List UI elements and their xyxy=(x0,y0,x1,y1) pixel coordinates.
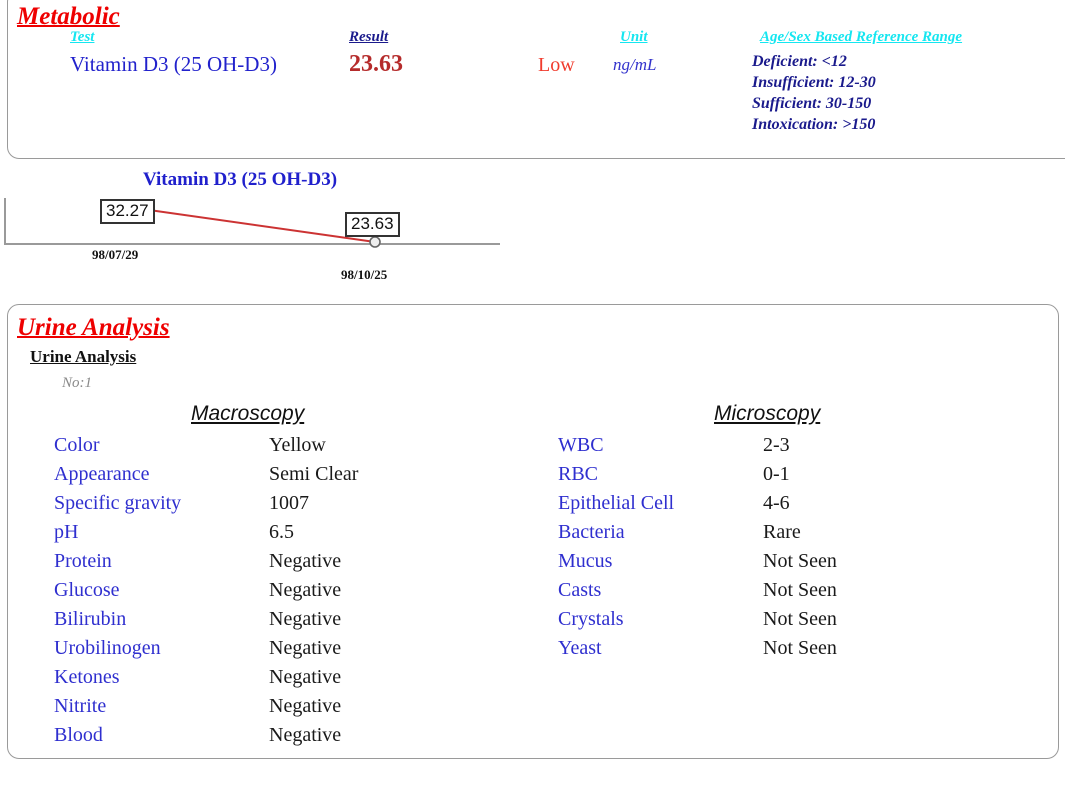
table-row: Urobilinogen Negative xyxy=(54,634,358,663)
result-label: Protein xyxy=(54,550,112,572)
metabolic-panel: Metabolic Test Result Unit Age/Sex Based… xyxy=(7,0,1065,159)
table-row: Nitrite Negative xyxy=(54,692,358,721)
result-value: Rare xyxy=(763,521,801,543)
chart-x-tick-label: 98/10/25 xyxy=(341,267,388,282)
result-label: Yeast xyxy=(558,637,602,659)
table-row: Casts Not Seen xyxy=(558,576,837,605)
table-row: pH 6.5 xyxy=(54,518,358,547)
result-value: Negative xyxy=(269,608,342,630)
column-header-result: Result xyxy=(349,29,389,45)
result-value: 4-6 xyxy=(763,492,790,514)
table-row: Mucus Not Seen xyxy=(558,547,837,576)
result-value: Not Seen xyxy=(763,608,837,630)
table-row: Protein Negative xyxy=(54,547,358,576)
test-result-value: 23.63 xyxy=(349,51,403,77)
result-label: Bilirubin xyxy=(54,608,127,630)
table-row: Bacteria Rare xyxy=(558,518,837,547)
reference-range-line: Intoxication: >150 xyxy=(752,116,876,133)
result-value: Negative xyxy=(269,637,342,659)
result-value: Not Seen xyxy=(763,579,837,601)
urine-subtitle: Urine Analysis xyxy=(30,347,137,366)
table-row: Yeast Not Seen xyxy=(558,634,837,663)
result-value: Not Seen xyxy=(763,550,837,572)
result-value: Negative xyxy=(269,724,342,746)
table-row: Glucose Negative xyxy=(54,576,358,605)
result-label: pH xyxy=(54,521,79,543)
table-row: Epithelial Cell 4-6 xyxy=(558,489,837,518)
table-row: Appearance Semi Clear xyxy=(54,460,358,489)
result-label: Specific gravity xyxy=(54,492,182,514)
result-value: 6.5 xyxy=(269,521,294,543)
result-value: Negative xyxy=(269,666,342,688)
result-label: Crystals xyxy=(558,608,624,630)
table-row: Bilirubin Negative xyxy=(54,605,358,634)
urine-section-title: Urine Analysis xyxy=(17,314,170,341)
result-label: Bacteria xyxy=(558,521,625,543)
result-value: Semi Clear xyxy=(269,463,359,485)
result-value: 0-1 xyxy=(763,463,790,485)
urine-sample-number: No:1 xyxy=(62,375,92,391)
table-row: Blood Negative xyxy=(54,721,358,750)
chart-plot-area xyxy=(4,198,500,248)
result-label: Mucus xyxy=(558,550,613,572)
result-label: Urobilinogen xyxy=(54,637,161,659)
chart-x-tick-label: 98/07/29 xyxy=(92,247,139,262)
result-label: WBC xyxy=(558,434,604,456)
result-label: Glucose xyxy=(54,579,120,601)
urine-analysis-panel: Urine Analysis Urine Analysis No:1 Macro… xyxy=(7,304,1059,759)
test-name-value: Vitamin D3 (25 OH-D3) xyxy=(70,52,277,76)
reference-range-line: Deficient: <12 xyxy=(752,53,847,70)
result-value: 2-3 xyxy=(763,434,790,456)
result-value: Negative xyxy=(269,695,342,717)
macroscopy-table: Color Yellow Appearance Semi Clear Specific … xyxy=(54,431,358,750)
metabolic-section-title: Metabolic xyxy=(17,3,120,30)
result-label: Color xyxy=(54,434,100,456)
chart-data-point[interactable] xyxy=(369,236,381,248)
result-label: Blood xyxy=(54,724,103,746)
table-row: Color Yellow xyxy=(54,431,358,460)
result-value: Negative xyxy=(269,579,342,601)
result-label: Appearance xyxy=(54,463,150,485)
chart-data-line xyxy=(127,206,376,243)
result-flag-badge: Low xyxy=(538,54,575,76)
result-value: Not Seen xyxy=(763,637,837,659)
test-unit-value: ng/mL xyxy=(613,55,657,74)
microscopy-heading: Microscopy xyxy=(714,402,821,425)
result-value: 1007 xyxy=(269,492,309,514)
result-label: Epithelial Cell xyxy=(558,492,675,514)
result-label: Nitrite xyxy=(54,695,107,717)
table-row: Specific gravity 1007 xyxy=(54,489,358,518)
microscopy-table: WBC 2-3 RBC 0-1 Epithelial Cell 4-6 Bacteria Ra… xyxy=(558,431,837,663)
result-value: Negative xyxy=(269,550,342,572)
chart-point-label: 23.63 xyxy=(345,212,400,237)
chart-point-label: 32.27 xyxy=(100,199,155,224)
macroscopy-heading: Macroscopy xyxy=(191,402,305,425)
result-label: Ketones xyxy=(54,666,120,688)
table-row: Ketones Negative xyxy=(54,663,358,692)
column-header-test: Test xyxy=(70,29,95,45)
vitamin-d3-trend-chart: Vitamin D3 (25 OH-D3) 32.27 23.63 98/07/… xyxy=(0,160,560,295)
table-row: WBC 2-3 xyxy=(558,431,837,460)
reference-range-list: Deficient: <12 Insufficient: 12-30 Suffi… xyxy=(752,51,876,135)
result-value: Yellow xyxy=(269,434,326,456)
table-row: Crystals Not Seen xyxy=(558,605,837,634)
result-label: RBC xyxy=(558,463,599,485)
reference-range-line: Insufficient: 12-30 xyxy=(752,74,876,91)
column-header-reference-range: Age/Sex Based Reference Range xyxy=(760,29,963,45)
table-row: RBC 0-1 xyxy=(558,460,837,489)
reference-range-line: Sufficient: 30-150 xyxy=(752,95,872,112)
column-header-unit: Unit xyxy=(620,29,648,45)
result-label: Casts xyxy=(558,579,602,601)
